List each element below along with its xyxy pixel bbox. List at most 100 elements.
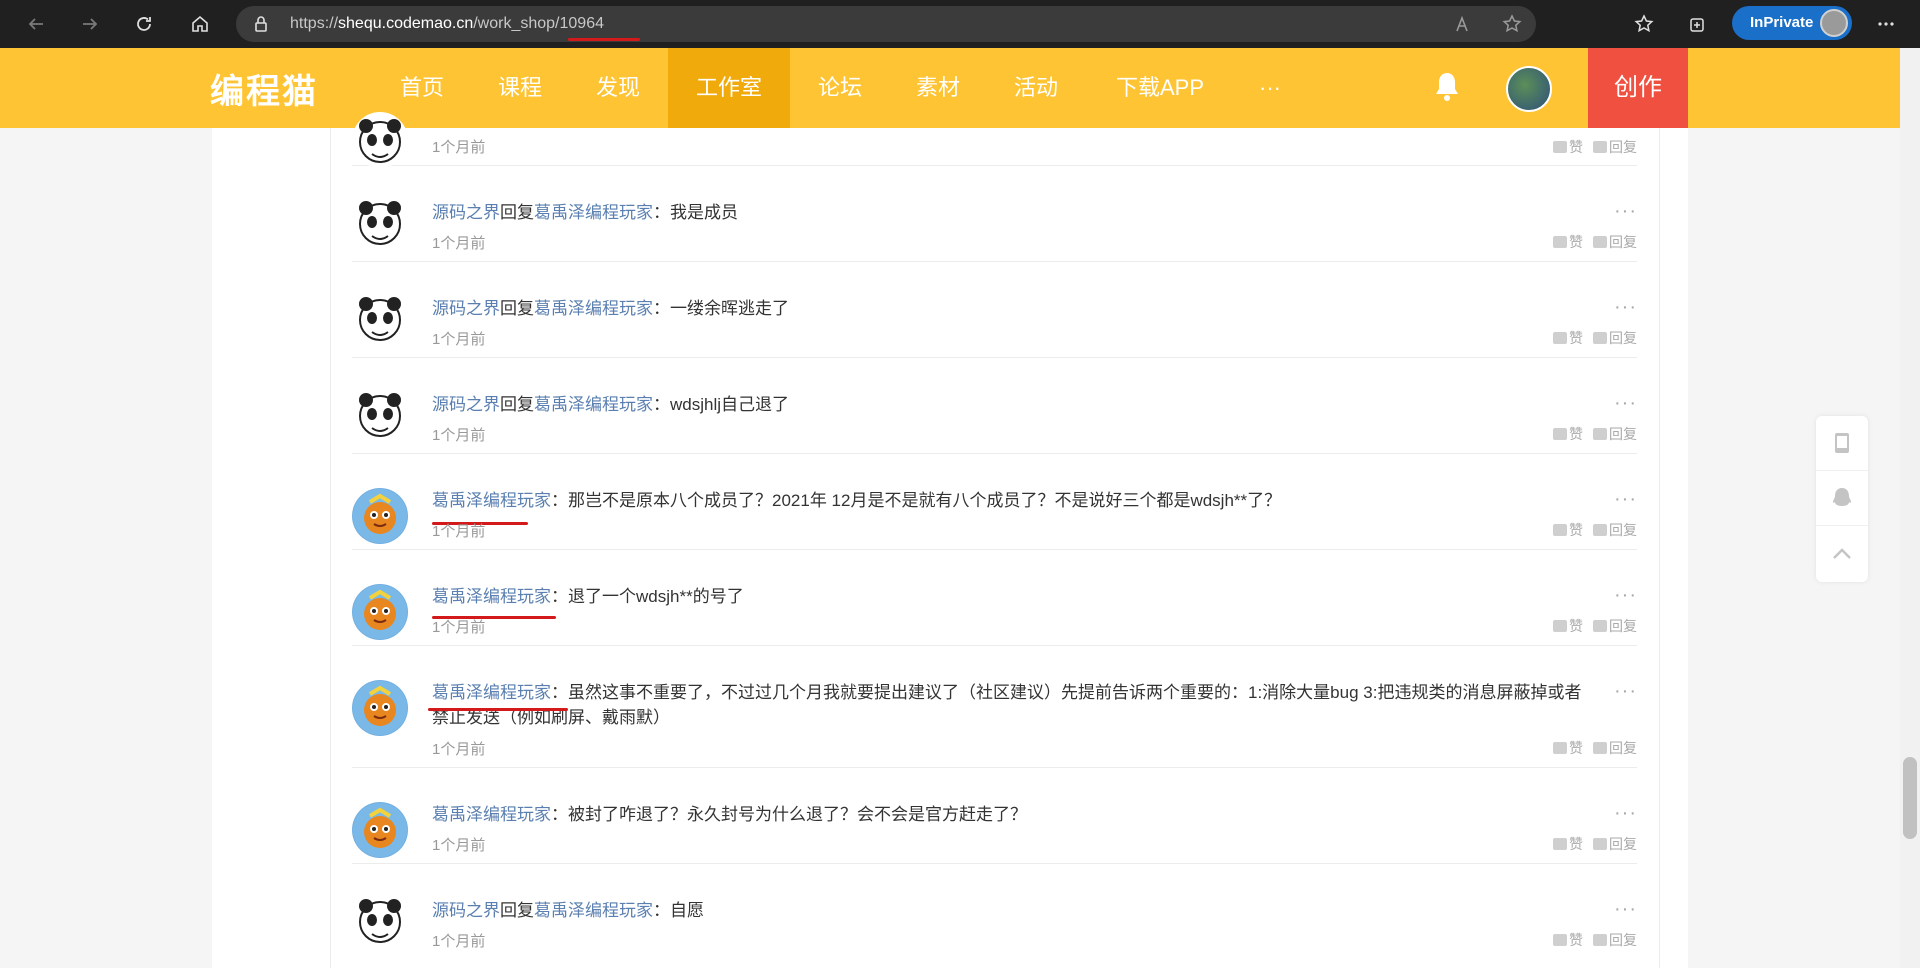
comment-time: 1个月前	[432, 741, 486, 758]
comment-author[interactable]: 源码之界	[432, 395, 500, 414]
monkey-avatar[interactable]	[352, 680, 408, 736]
comment-body: ：虽然这事不重要了，不过过几个月我就要提出建议了（社区建议）先提前告诉两个重要的…	[432, 683, 1582, 727]
panda-avatar[interactable]	[352, 194, 408, 250]
reply-label: 回复	[1609, 932, 1637, 948]
panda-avatar[interactable]	[352, 290, 408, 346]
comment-body: ：自愿	[653, 901, 704, 920]
reply-button[interactable]: 回复	[1593, 834, 1637, 854]
mobile-app-icon[interactable]	[1816, 416, 1868, 471]
forward-icon[interactable]	[74, 8, 106, 40]
reply-button[interactable]: 回复	[1593, 232, 1637, 252]
reply-word: 回复	[500, 395, 534, 414]
favorites-icon[interactable]	[1628, 8, 1660, 40]
back-icon[interactable]	[20, 8, 52, 40]
floating-toolbar	[1816, 416, 1868, 582]
comment-author[interactable]: 源码之界	[432, 901, 500, 920]
more-options-button[interactable]: ···	[1614, 585, 1637, 605]
reply-button[interactable]: 回复	[1593, 616, 1637, 636]
monkey-avatar[interactable]	[352, 488, 408, 544]
comment-item: 葛禹泽编程玩家：那岂不是原本八个成员了？2021年 12月是不是就有八个成员了？…	[352, 454, 1637, 550]
comment-actions: 赞 回复	[1553, 328, 1637, 348]
comment-item: 葛禹泽编程玩家：被封了咋退了？永久封号为什么退了？会不会是官方赶走了？ 1个月前…	[352, 768, 1637, 864]
like-button[interactable]: 赞	[1553, 930, 1583, 950]
like-button[interactable]: 赞	[1553, 424, 1583, 444]
reply-icon	[1593, 332, 1607, 344]
home-icon[interactable]	[184, 8, 216, 40]
like-button[interactable]: 赞	[1553, 232, 1583, 252]
more-options-button[interactable]: ···	[1614, 201, 1637, 221]
annotation-underline	[428, 708, 568, 711]
comment-time: 1个月前	[432, 331, 486, 348]
more-menu-icon[interactable]	[1870, 8, 1902, 40]
comment-author[interactable]: 葛禹泽编程玩家	[432, 683, 551, 702]
like-label: 赞	[1569, 740, 1583, 756]
collections-icon[interactable]	[1682, 8, 1714, 40]
comment-item: 1个月前 赞 回复	[352, 100, 1637, 168]
comment-author[interactable]: 源码之界	[432, 203, 500, 222]
monkey-avatar[interactable]	[352, 802, 408, 858]
reply-button[interactable]: 回复	[1593, 520, 1637, 540]
reply-button[interactable]: 回复	[1593, 930, 1637, 950]
reply-target[interactable]: 葛禹泽编程玩家	[534, 395, 653, 414]
comment-author[interactable]: 葛禹泽编程玩家	[432, 587, 551, 606]
reply-button[interactable]: 回复	[1593, 424, 1637, 444]
comment-time: 1个月前	[432, 235, 486, 252]
reply-label: 回复	[1609, 836, 1637, 852]
address-bar[interactable]: https://shequ.codemao.cn/work_shop/10964	[236, 6, 1536, 42]
comment-time: 1个月前	[432, 427, 486, 444]
monkey-avatar[interactable]	[352, 584, 408, 640]
more-options-button[interactable]: ···	[1614, 803, 1637, 823]
like-label: 赞	[1569, 330, 1583, 346]
panda-avatar[interactable]	[352, 386, 408, 442]
reply-button[interactable]: 回复	[1593, 738, 1637, 758]
reply-label: 回复	[1609, 330, 1637, 346]
more-options-button[interactable]: ···	[1614, 297, 1637, 317]
reply-target[interactable]: 葛禹泽编程玩家	[534, 901, 653, 920]
comment-item: 葛禹泽编程玩家：虽然这事不重要了，不过过几个月我就要提出建议了（社区建议）先提前…	[352, 646, 1637, 768]
comment-item: 源码之界回复葛禹泽编程玩家：自愿 1个月前 ··· 赞 回复	[352, 864, 1637, 968]
like-button[interactable]: 赞	[1553, 328, 1583, 348]
like-label: 赞	[1569, 522, 1583, 538]
more-options-button[interactable]: ···	[1614, 489, 1637, 509]
more-options-button[interactable]: ···	[1614, 393, 1637, 413]
inprivate-button[interactable]: InPrivate	[1732, 6, 1852, 40]
reply-target[interactable]: 葛禹泽编程玩家	[534, 203, 653, 222]
panda-avatar[interactable]	[352, 112, 408, 168]
like-label: 赞	[1569, 426, 1583, 442]
comment-time: 1个月前	[432, 619, 486, 636]
panda-avatar[interactable]	[352, 892, 408, 948]
thumb-icon	[1553, 742, 1567, 754]
like-button[interactable]: 赞	[1553, 738, 1583, 758]
like-button[interactable]: 赞	[1553, 834, 1583, 854]
qq-icon[interactable]	[1816, 471, 1868, 526]
like-label: 赞	[1569, 139, 1583, 155]
reply-icon	[1593, 141, 1607, 153]
comment-author[interactable]: 源码之界	[432, 299, 500, 318]
site-logo[interactable]: 编程猫	[210, 64, 318, 113]
refresh-icon[interactable]	[128, 8, 160, 40]
url-host: shequ.codemao.cn	[338, 15, 474, 32]
thumb-icon	[1553, 236, 1567, 248]
scrollbar-thumb[interactable]	[1903, 757, 1917, 839]
like-button[interactable]: 赞	[1553, 520, 1583, 540]
bell-icon[interactable]	[1432, 70, 1462, 104]
like-button[interactable]: 赞	[1553, 616, 1583, 636]
reply-label: 回复	[1609, 618, 1637, 634]
reply-icon	[1593, 236, 1607, 248]
comment-text: 葛禹泽编程玩家：被封了咋退了？永久封号为什么退了？会不会是官方赶走了？	[432, 802, 1592, 827]
more-options-button[interactable]: ···	[1614, 899, 1637, 919]
more-options-button[interactable]: ···	[1614, 681, 1637, 701]
reply-icon	[1593, 524, 1607, 536]
comment-body: ：被封了咋退了？永久封号为什么退了？会不会是官方赶走了？	[551, 805, 1027, 824]
reply-button[interactable]: 回复	[1593, 328, 1637, 348]
reply-target[interactable]: 葛禹泽编程玩家	[534, 299, 653, 318]
like-button[interactable]: 赞	[1553, 137, 1583, 157]
thumb-icon	[1553, 838, 1567, 850]
read-aloud-icon[interactable]	[1454, 14, 1474, 34]
comment-body: ：退了一个wdsjh**的号了	[551, 587, 744, 606]
comment-author[interactable]: 葛禹泽编程玩家	[432, 805, 551, 824]
reply-button[interactable]: 回复	[1593, 137, 1637, 157]
comment-author[interactable]: 葛禹泽编程玩家	[432, 491, 551, 510]
back-to-top-icon[interactable]	[1816, 526, 1868, 581]
favorite-add-icon[interactable]	[1502, 14, 1522, 34]
